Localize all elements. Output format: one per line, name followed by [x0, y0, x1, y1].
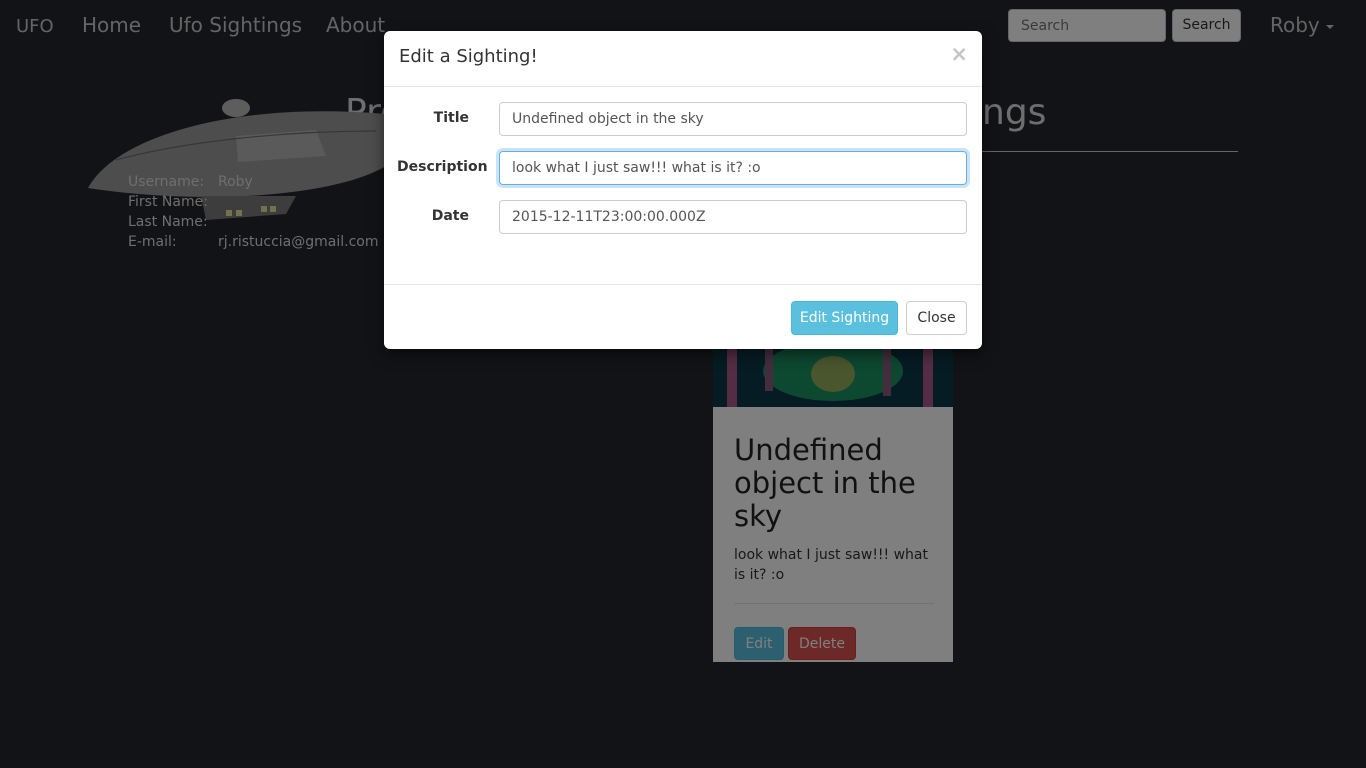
description-input[interactable]: look what I just saw!!! what is it? :o — [499, 151, 967, 185]
title-input[interactable]: Undefined object in the sky — [499, 102, 967, 136]
edit-sighting-modal: Edit a Sighting! × Title Undefined objec… — [384, 31, 982, 349]
edit-sighting-button[interactable]: Edit Sighting — [791, 301, 898, 335]
date-label: Date — [431, 208, 469, 224]
title-label: Title — [433, 110, 469, 126]
close-icon[interactable]: × — [950, 44, 968, 65]
close-button[interactable]: Close — [906, 301, 967, 335]
description-label: Description — [397, 159, 488, 175]
modal-header: Edit a Sighting! × — [384, 31, 982, 87]
modal-title: Edit a Sighting! — [399, 46, 538, 67]
modal-footer: Edit Sighting Close — [384, 284, 982, 350]
date-input[interactable]: 2015-12-11T23:00:00.000Z — [499, 200, 967, 234]
